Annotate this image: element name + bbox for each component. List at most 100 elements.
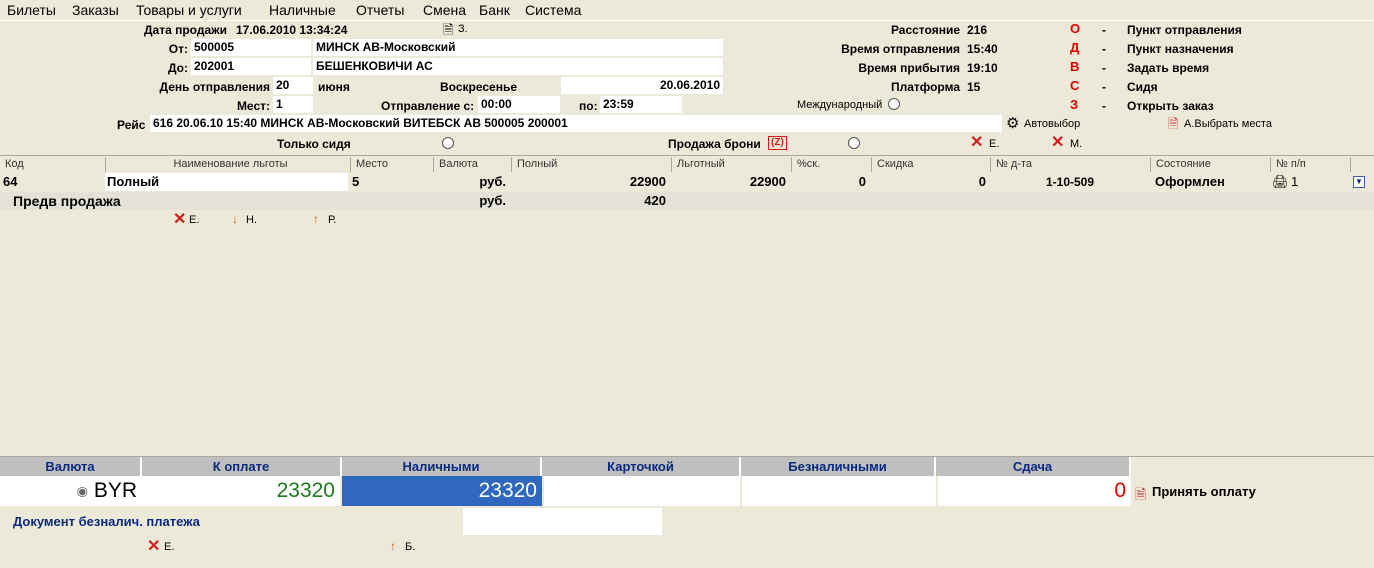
currency-field[interactable]: ◉ BYR xyxy=(0,476,142,506)
international-radio[interactable] xyxy=(888,98,900,110)
hotkey-s-label: Сидя xyxy=(1127,80,1158,94)
platform-value: 15 xyxy=(967,80,981,94)
cell-full: 22900 xyxy=(629,174,666,189)
booking-sale-label: Продажа брони xyxy=(668,137,761,151)
pay-col-change: Сдача xyxy=(936,457,1131,476)
seats-field[interactable]: 1 xyxy=(273,96,313,113)
col-code[interactable]: Код xyxy=(0,157,105,173)
hotkey-s: С xyxy=(1070,78,1080,93)
from-code-field[interactable]: 500005 xyxy=(191,39,311,56)
menu-cash[interactable]: Наличные xyxy=(269,2,336,18)
cashless-doc-field[interactable] xyxy=(463,508,662,535)
hotkey-d-label: Пункт назначения xyxy=(1127,42,1234,56)
dep-day-field[interactable]: 20 xyxy=(273,77,313,94)
pay-col-cash: Наличными xyxy=(342,457,542,476)
only-seated-label: Только сидя xyxy=(277,137,351,151)
col-full[interactable]: Полный xyxy=(511,157,671,173)
col-doc-no[interactable]: № д-та xyxy=(990,157,1150,173)
menu-bank[interactable]: Банк xyxy=(479,2,510,18)
close-icon[interactable]: ✕ xyxy=(1051,135,1064,151)
cell-code: 64 xyxy=(3,174,18,189)
menu-system[interactable]: Система xyxy=(525,2,581,18)
col-spacer xyxy=(1350,157,1374,173)
auto-select-label[interactable]: Автовыбор xyxy=(1024,118,1080,130)
col-currency[interactable]: Валюта xyxy=(433,157,511,173)
col-status[interactable]: Состояние xyxy=(1150,157,1270,173)
cell-doc-no: 1-10-509 xyxy=(1045,175,1095,189)
cell-pct: 0 xyxy=(858,174,866,189)
cell-discounted: 22900 xyxy=(749,174,786,189)
menu-orders[interactable]: Заказы xyxy=(72,2,119,18)
presale-label: Предв продажа xyxy=(13,193,121,209)
menu-reports[interactable]: Отчеты xyxy=(356,2,404,18)
trip-field[interactable]: 616 20.06.10 15:40 МИНСК АВ-Московский В… xyxy=(150,115,1002,132)
depart-from-field[interactable]: 00:00 xyxy=(478,96,560,113)
from-name-field[interactable]: МИНСК АВ-Московский xyxy=(313,39,723,56)
x-m-label[interactable]: М. xyxy=(1070,138,1082,150)
close-icon[interactable]: ✕ xyxy=(173,212,186,228)
menu-shift[interactable]: Смена xyxy=(423,2,466,18)
only-seated-radio[interactable] xyxy=(442,137,454,149)
hotkey-z: З xyxy=(1070,97,1079,112)
currency-value: BYR xyxy=(93,479,137,502)
arrow-up-icon[interactable]: ↑ xyxy=(390,539,396,553)
hotkey-v: В xyxy=(1070,59,1080,74)
dep-date-field[interactable]: 20.06.2010 xyxy=(561,77,723,94)
menu-tickets[interactable]: Билеты xyxy=(7,2,56,18)
to-name-field[interactable]: БЕШЕНКОВИЧИ АС xyxy=(313,58,723,75)
sale-date-value: 17.06.2010 13:34:24 xyxy=(236,23,348,37)
arrow-up-icon[interactable]: ↑ xyxy=(313,212,319,226)
to-code-field[interactable]: 202001 xyxy=(191,58,311,75)
pay-b-label[interactable]: Б. xyxy=(405,541,415,553)
hotkey-dash: - xyxy=(1102,61,1106,75)
cashless-doc-label: Документ безналич. платежа xyxy=(13,514,200,529)
grid-n-label[interactable]: Н. xyxy=(246,214,257,226)
cell-status: Оформлен xyxy=(1155,174,1225,189)
accept-payment-button[interactable]: Принять оплату xyxy=(1152,484,1256,499)
col-num[interactable]: № п/п xyxy=(1270,157,1350,173)
presale-row: Предв продажа руб. 420 xyxy=(0,192,1374,210)
table-row[interactable]: 64 Полный 5 руб. 22900 22900 0 0 1-10-50… xyxy=(0,173,1374,191)
dep-time-value: 15:40 xyxy=(967,42,998,56)
chevron-down-icon[interactable]: ▼ xyxy=(1353,176,1365,188)
printer-icon[interactable]: 🖨 xyxy=(1272,173,1289,191)
from-label: От: xyxy=(168,42,188,56)
close-icon[interactable]: ✕ xyxy=(970,135,983,151)
choose-seats-button[interactable]: А.Выбрать места xyxy=(1184,118,1272,130)
arrow-down-icon[interactable]: ↓ xyxy=(232,212,238,226)
hotkey-o: О xyxy=(1070,21,1081,36)
booking-sale-radio[interactable] xyxy=(848,137,860,149)
accept-payment-icon[interactable]: 🗎 xyxy=(1135,484,1146,508)
cell-benefit[interactable]: Полный xyxy=(105,173,348,191)
cash-field[interactable]: 23320 xyxy=(342,476,542,506)
grid-e-label[interactable]: Е. xyxy=(189,214,199,226)
card-field[interactable] xyxy=(544,476,740,506)
hotkey-dash: - xyxy=(1102,23,1106,37)
to-pay-field: 23320 xyxy=(142,476,340,506)
seats-label: Мест: xyxy=(236,99,270,113)
international-label: Международный xyxy=(797,99,883,111)
auto-select-icon[interactable]: ⚙ xyxy=(1006,114,1019,132)
change-field: 0 xyxy=(938,476,1131,506)
grid-r-label[interactable]: Р. xyxy=(328,214,336,226)
choose-seats-icon[interactable]: 🗎 xyxy=(1168,115,1178,137)
platform-label: Платформа xyxy=(890,80,960,94)
x-e-label[interactable]: Е. xyxy=(989,138,999,150)
col-discount[interactable]: Скидка xyxy=(871,157,990,173)
booking-sale-hotkey: (Z) xyxy=(768,136,787,150)
close-icon[interactable]: ✕ xyxy=(147,539,160,555)
col-pct[interactable]: %ск. xyxy=(791,157,871,173)
depart-to-field[interactable]: 23:59 xyxy=(600,96,682,113)
col-seat[interactable]: Место xyxy=(350,157,433,173)
pay-col-to-pay: К оплате xyxy=(142,457,342,476)
arr-time-value: 19:10 xyxy=(967,61,998,75)
cashless-field[interactable] xyxy=(742,476,936,506)
col-benefit[interactable]: Наименование льготы xyxy=(105,157,350,173)
arr-time-label: Время прибытия xyxy=(858,61,960,75)
dep-month: июня xyxy=(318,80,350,94)
col-discounted[interactable]: Льготный xyxy=(671,157,791,173)
menu-goods-services[interactable]: Товары и услуги xyxy=(136,2,242,18)
distance-label: Расстояние xyxy=(890,23,960,37)
hotkey-d: Д xyxy=(1070,40,1080,55)
pay-e-label[interactable]: Е. xyxy=(164,541,174,553)
